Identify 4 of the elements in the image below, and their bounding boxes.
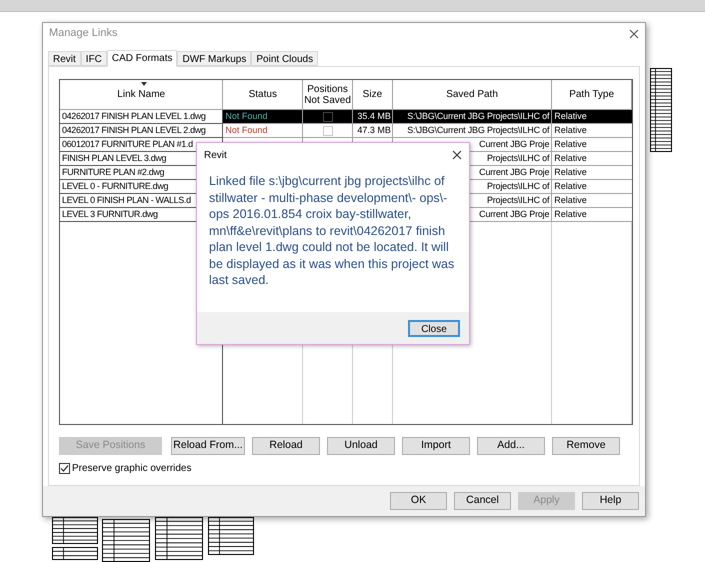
table-cell: 04262017 FINISH PLAN LEVEL 2.dwg xyxy=(60,124,224,138)
table-cell: 04262017 FINISH PLAN LEVEL 1.dwg xyxy=(60,110,224,124)
checkbox-label: Preserve graphic overrides xyxy=(72,462,192,476)
window-title: Manage Links xyxy=(49,26,118,42)
